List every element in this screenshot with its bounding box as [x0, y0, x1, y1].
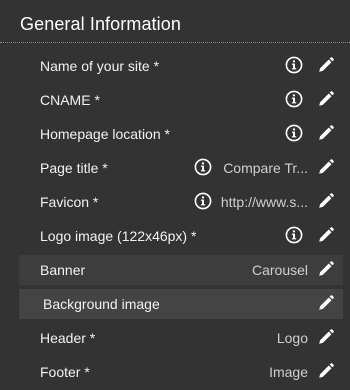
info-circle-icon[interactable] — [285, 90, 303, 108]
pencil-icon[interactable] — [317, 90, 335, 108]
panel-title: General Information — [20, 14, 181, 34]
setting-label: Homepage location * — [40, 126, 170, 142]
setting-label: Header * — [40, 330, 96, 346]
pencil-icon[interactable] — [317, 362, 335, 380]
setting-row-background-image: Background image — [0, 287, 350, 321]
info-circle-icon[interactable] — [285, 56, 303, 74]
setting-label: Background image — [43, 296, 160, 312]
info-circle-icon[interactable] — [285, 124, 303, 142]
general-information-panel: General Information Name of your site * … — [0, 0, 350, 390]
setting-row-site-name: Name of your site * — [0, 49, 350, 83]
setting-value: Logo — [276, 330, 308, 346]
setting-row-cname: CNAME * — [0, 83, 350, 117]
setting-row-header: Header * Logo — [0, 321, 350, 355]
setting-label: Logo image (122x46px) * — [40, 228, 197, 244]
setting-row-footer: Footer * Image — [0, 355, 350, 389]
pencil-icon[interactable] — [317, 328, 335, 346]
setting-label: Banner — [40, 262, 86, 278]
pencil-icon[interactable] — [317, 192, 335, 210]
setting-label: Page title * — [40, 160, 108, 176]
setting-row-logo-image: Logo image (122x46px) * — [0, 219, 350, 253]
info-circle-icon[interactable] — [194, 192, 212, 210]
header-divider — [0, 42, 350, 43]
setting-label: Name of your site * — [40, 58, 160, 74]
setting-value: Carousel — [251, 262, 308, 278]
info-circle-icon[interactable] — [194, 158, 212, 176]
settings-list: Name of your site * CNAME * Homepage loc… — [0, 49, 350, 389]
info-circle-icon[interactable] — [285, 226, 303, 244]
pencil-icon[interactable] — [317, 158, 335, 176]
pencil-icon[interactable] — [317, 260, 335, 278]
setting-value: http://www.s... — [220, 194, 308, 210]
setting-value: Image — [269, 364, 308, 380]
setting-row-favicon: Favicon * http://www.s... — [0, 185, 350, 219]
pencil-icon[interactable] — [317, 56, 335, 74]
setting-label: Favicon * — [40, 194, 99, 210]
setting-row-page-title: Page title * Compare Tr... — [0, 151, 350, 185]
pencil-icon[interactable] — [317, 124, 335, 142]
setting-label: Footer * — [40, 364, 90, 380]
setting-value: Compare Tr... — [223, 160, 308, 176]
pencil-icon[interactable] — [317, 294, 335, 312]
setting-row-homepage-location: Homepage location * — [0, 117, 350, 151]
panel-header: General Information — [0, 0, 350, 43]
setting-label: CNAME * — [40, 92, 100, 108]
setting-row-banner: Banner Carousel — [0, 253, 350, 287]
pencil-icon[interactable] — [317, 226, 335, 244]
